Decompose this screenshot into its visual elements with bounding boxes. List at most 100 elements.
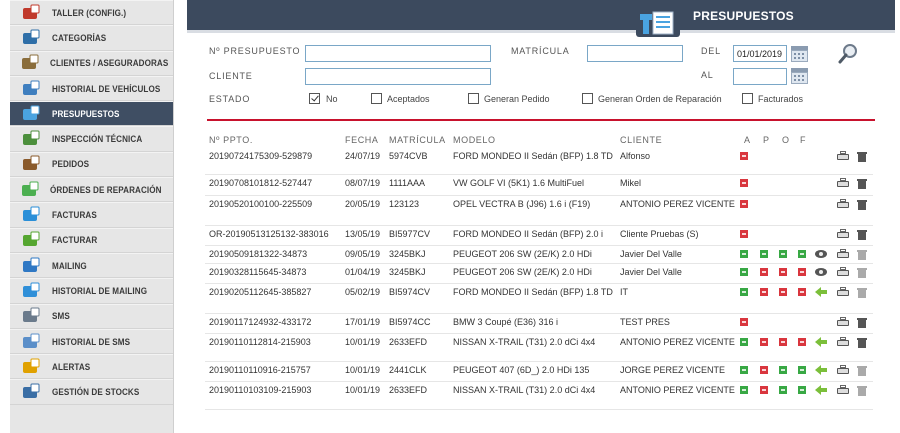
eye-icon[interactable] xyxy=(815,250,827,258)
status-red-icon[interactable] xyxy=(760,386,768,394)
printer-icon[interactable] xyxy=(837,178,849,189)
sidebar-item-5[interactable]: INSPECCIÓN TÉCNICA xyxy=(10,126,173,152)
status-green-icon[interactable] xyxy=(740,268,748,276)
printer-icon[interactable] xyxy=(837,287,849,298)
status-green-icon[interactable] xyxy=(740,250,748,258)
status-green-icon[interactable] xyxy=(779,366,787,374)
table-row[interactable]: 20190708101812-527447 08/07/19 1111AAA VW G… xyxy=(205,175,873,196)
status-red-icon[interactable] xyxy=(760,366,768,374)
sidebar-item-0[interactable]: TALLER (CONFIG.) xyxy=(10,0,173,26)
printer-icon[interactable] xyxy=(837,267,849,278)
col-fecha[interactable]: FECHA xyxy=(345,135,379,145)
printer-icon[interactable] xyxy=(837,229,849,240)
sidebar-item-14[interactable]: ALERTAS xyxy=(10,354,173,380)
calendar-icon[interactable] xyxy=(791,68,808,84)
estado-pedido-checkbox[interactable] xyxy=(468,93,479,104)
sidebar-item-13[interactable]: HISTORIAL DE SMS xyxy=(10,328,173,355)
status-red-icon[interactable] xyxy=(740,152,748,160)
table-row[interactable]: 20190328115645-34873 01/04/19 3245BKJ PEUGE… xyxy=(205,264,873,284)
estado-no-checkbox[interactable] xyxy=(309,93,320,104)
table-row[interactable]: OR-20190513125132-383016 13/05/19 BI5977CV… xyxy=(205,226,873,246)
status-red-icon[interactable] xyxy=(740,200,748,208)
printer-icon[interactable] xyxy=(837,385,849,396)
status-red-icon[interactable] xyxy=(760,338,768,346)
printer-icon[interactable] xyxy=(837,337,849,348)
status-red-icon[interactable] xyxy=(760,268,768,276)
sidebar-item-8[interactable]: FACTURAS xyxy=(10,202,173,228)
table-row[interactable]: 20190117124932-433172 17/01/19 BI5974CC BMW… xyxy=(205,314,873,334)
search-icon[interactable] xyxy=(837,43,859,65)
table-row[interactable]: 20190724175309-529879 24/07/19 5974CVB FORD… xyxy=(205,148,873,175)
table-row[interactable]: 20190520100100-225509 20/05/19 123123 OPEL … xyxy=(205,196,873,226)
trash-icon[interactable] xyxy=(856,199,868,210)
status-red-icon[interactable] xyxy=(740,179,748,187)
status-green-icon[interactable] xyxy=(798,386,806,394)
back-arrow-icon[interactable] xyxy=(815,365,827,375)
col-modelo[interactable]: MODELO xyxy=(453,135,496,145)
trash-icon[interactable] xyxy=(856,365,868,376)
back-arrow-icon[interactable] xyxy=(815,337,827,347)
sidebar-item-10[interactable]: MAILING xyxy=(10,252,173,279)
sidebar-item-3[interactable]: HISTORIAL DE VEHÍCULOS xyxy=(10,75,173,102)
back-arrow-icon[interactable] xyxy=(815,287,827,297)
status-green-icon[interactable] xyxy=(779,250,787,258)
cliente-input[interactable] xyxy=(305,68,491,85)
trash-icon[interactable] xyxy=(856,337,868,348)
status-green-icon[interactable] xyxy=(740,288,748,296)
col-matricula[interactable]: MATRÍCULA xyxy=(389,135,446,145)
printer-icon[interactable] xyxy=(837,151,849,162)
trash-icon[interactable] xyxy=(856,385,868,396)
status-green-icon[interactable] xyxy=(760,250,768,258)
status-red-icon[interactable] xyxy=(760,288,768,296)
n-presupuesto-input[interactable] xyxy=(305,45,491,62)
col-cliente[interactable]: CLIENTE xyxy=(620,135,662,145)
estado-orden-checkbox[interactable] xyxy=(582,93,593,104)
sidebar-item-15[interactable]: GESTIÓN DE STOCKS xyxy=(10,379,173,405)
date-from-input[interactable] xyxy=(733,45,787,62)
sidebar-item-11[interactable]: HISTORIAL DE MAILING xyxy=(10,278,173,304)
calendar-icon[interactable] xyxy=(791,46,808,62)
status-green-icon[interactable] xyxy=(740,366,748,374)
table-row[interactable]: 20190509181322-34873 09/05/19 3245BKJ PEUGE… xyxy=(205,246,873,264)
trash-icon[interactable] xyxy=(856,317,868,328)
estado-facturados-checkbox[interactable] xyxy=(742,93,753,104)
status-red-icon[interactable] xyxy=(740,318,748,326)
status-green-icon[interactable] xyxy=(740,338,748,346)
status-red-icon[interactable] xyxy=(798,288,806,296)
printer-icon[interactable] xyxy=(837,365,849,376)
status-green-icon[interactable] xyxy=(798,250,806,258)
col-ppto[interactable]: Nº PPTO. xyxy=(209,135,253,145)
date-to-input[interactable] xyxy=(733,68,787,85)
sidebar-item-2[interactable]: CLIENTES / ASEGURADORAS xyxy=(10,50,173,76)
sidebar-item-1[interactable]: CATEGORÍAS xyxy=(10,25,173,51)
status-red-icon[interactable] xyxy=(779,338,787,346)
printer-icon[interactable] xyxy=(837,317,849,328)
trash-icon[interactable] xyxy=(856,249,868,260)
status-green-icon[interactable] xyxy=(779,386,787,394)
status-red-icon[interactable] xyxy=(779,288,787,296)
table-row[interactable]: 20190110103109-215903 10/01/19 2633EFD NISS… xyxy=(205,382,873,410)
matricula-input[interactable] xyxy=(587,45,683,62)
table-row[interactable]: 20190110112814-215903 10/01/19 2633EFD NISS… xyxy=(205,334,873,362)
eye-icon[interactable] xyxy=(815,268,827,276)
sidebar-item-7[interactable]: ÓRDENES DE REPARACIÓN xyxy=(10,177,173,203)
status-red-icon[interactable] xyxy=(798,338,806,346)
status-green-icon[interactable] xyxy=(798,366,806,374)
status-red-icon[interactable] xyxy=(779,268,787,276)
sidebar-item-4[interactable]: PRESUPUESTOS xyxy=(10,101,173,127)
printer-icon[interactable] xyxy=(837,199,849,210)
printer-icon[interactable] xyxy=(837,249,849,260)
trash-icon[interactable] xyxy=(856,178,868,189)
status-red-icon[interactable] xyxy=(798,268,806,276)
table-row[interactable]: 20190110110916-215757 10/01/19 2441CLK PEUG… xyxy=(205,362,873,382)
estado-aceptados-checkbox[interactable] xyxy=(371,93,382,104)
trash-icon[interactable] xyxy=(856,267,868,278)
trash-icon[interactable] xyxy=(856,287,868,298)
sidebar-item-6[interactable]: PEDIDOS xyxy=(10,151,173,178)
sidebar-item-12[interactable]: SMS xyxy=(10,303,173,329)
back-arrow-icon[interactable] xyxy=(815,385,827,395)
table-row[interactable]: 20190205112645-385827 05/02/19 BI5974CV FOR… xyxy=(205,284,873,314)
trash-icon[interactable] xyxy=(856,151,868,162)
status-green-icon[interactable] xyxy=(740,386,748,394)
trash-icon[interactable] xyxy=(856,229,868,240)
